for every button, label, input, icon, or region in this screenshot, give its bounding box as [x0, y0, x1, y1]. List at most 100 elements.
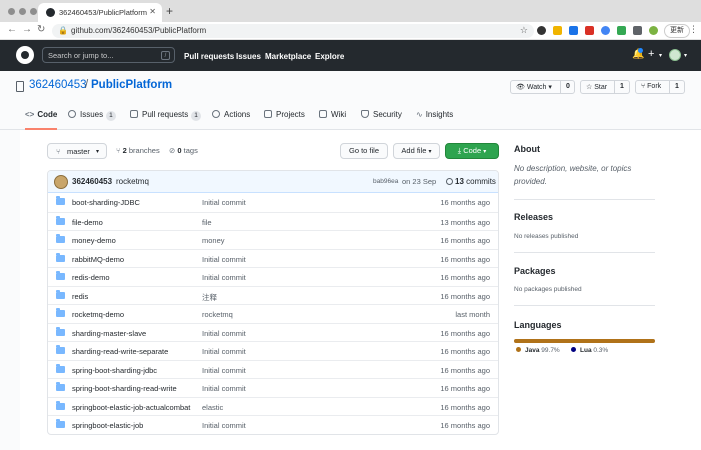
- file-row[interactable]: boot-sharding-JDBC Initial commit 16 month…: [48, 193, 498, 212]
- user-avatar[interactable]: [669, 49, 681, 61]
- file-name-link[interactable]: rabbitMQ-demo: [72, 255, 124, 264]
- back-icon[interactable]: ←: [7, 24, 17, 35]
- file-name-link[interactable]: redis-demo: [72, 273, 110, 282]
- tab-wiki[interactable]: Wiki: [319, 110, 346, 130]
- author-avatar[interactable]: [54, 175, 68, 189]
- file-commit-message[interactable]: file: [202, 218, 212, 227]
- file-name-link[interactable]: spring-boot-sharding-read-write: [72, 384, 177, 393]
- branches-link[interactable]: ⑂ 2 branches: [116, 146, 160, 155]
- repo-owner-link[interactable]: 362460453: [29, 79, 87, 91]
- extension-icon[interactable]: [617, 26, 626, 35]
- commits-link[interactable]: 13 commits: [446, 177, 496, 186]
- file-name-link[interactable]: spring-boot-sharding-jdbc: [72, 366, 157, 375]
- file-commit-message[interactable]: rocketmq: [202, 310, 233, 319]
- forward-icon[interactable]: →: [22, 24, 32, 35]
- file-commit-message[interactable]: Initial commit: [202, 347, 246, 356]
- extension-icon[interactable]: [537, 26, 546, 35]
- tab-actions[interactable]: Actions: [212, 110, 250, 130]
- file-row[interactable]: redis 注释 16 months ago: [48, 285, 498, 305]
- nav-issues[interactable]: Issues: [236, 52, 261, 61]
- file-name-link[interactable]: file-demo: [72, 218, 103, 227]
- file-commit-message[interactable]: 注释: [202, 292, 217, 303]
- star-count[interactable]: 1: [620, 83, 624, 90]
- extension-icon[interactable]: [585, 26, 594, 35]
- zoom-window-icon[interactable]: [30, 8, 37, 15]
- file-row[interactable]: springboot-elastic-job-actualcombat elast…: [48, 396, 498, 416]
- watch-button[interactable]: 👁 Watch ▾ 0: [510, 80, 575, 94]
- file-name-link[interactable]: sharding-read-write-separate: [72, 347, 168, 356]
- add-file-button[interactable]: Add file ▾: [393, 143, 440, 159]
- file-commit-message[interactable]: Initial commit: [202, 329, 246, 338]
- commit-author[interactable]: 362460453: [72, 177, 112, 186]
- file-commit-message[interactable]: Initial commit: [202, 421, 246, 430]
- file-commit-message[interactable]: Initial commit: [202, 273, 246, 282]
- packages-title[interactable]: Packages: [514, 266, 556, 276]
- kebab-menu-icon[interactable]: ⋮: [689, 24, 698, 35]
- commit-sha[interactable]: bab96ea: [373, 178, 398, 185]
- tab-code[interactable]: <> Code: [25, 110, 57, 130]
- nav-pull-requests[interactable]: Pull requests: [184, 52, 234, 61]
- file-commit-message[interactable]: Initial commit: [202, 366, 246, 375]
- reload-icon[interactable]: ↻: [37, 24, 45, 35]
- tab-insights[interactable]: ∿ Insights: [416, 110, 453, 130]
- file-name-link[interactable]: rocketmq-demo: [72, 310, 124, 319]
- tab-projects[interactable]: Projects: [264, 110, 305, 130]
- extension-icon[interactable]: [569, 26, 578, 35]
- url-text[interactable]: github.com/362460453/PublicPlatform: [71, 26, 206, 35]
- file-name-link[interactable]: boot-sharding-JDBC: [72, 198, 140, 207]
- chevron-down-icon[interactable]: ▾: [684, 52, 687, 59]
- file-name-link[interactable]: redis: [72, 292, 88, 301]
- file-row[interactable]: sharding-master-slave Initial commit 16 mo…: [48, 322, 498, 342]
- close-window-icon[interactable]: [8, 8, 15, 15]
- file-name-link[interactable]: money-demo: [72, 236, 116, 245]
- file-commit-message[interactable]: Initial commit: [202, 384, 246, 393]
- code-download-button[interactable]: ⤓ Code ▾: [445, 143, 499, 159]
- commit-message[interactable]: rocketmq: [116, 177, 149, 186]
- profile-avatar-icon[interactable]: [649, 26, 658, 35]
- tab-pull-requests[interactable]: Pull requests 1: [130, 110, 201, 130]
- search-input[interactable]: Search or jump to... /: [42, 47, 175, 63]
- file-commit-message[interactable]: money: [202, 236, 225, 245]
- file-row[interactable]: redis-demo Initial commit 16 months ago: [48, 267, 498, 286]
- new-tab-icon[interactable]: +: [166, 4, 173, 18]
- file-row[interactable]: rabbitMQ-demo Initial commit 16 months ago: [48, 248, 498, 268]
- fork-button[interactable]: ⑂ Fork 1: [635, 80, 685, 94]
- address-bar[interactable]: 🔒 github.com/362460453/PublicPlatform ☆: [52, 24, 534, 38]
- fork-count[interactable]: 1: [675, 83, 679, 90]
- tab-security[interactable]: Security: [361, 110, 402, 130]
- file-row[interactable]: spring-boot-sharding-read-write Initial c…: [48, 378, 498, 397]
- file-commit-message[interactable]: Initial commit: [202, 198, 246, 207]
- file-name-link[interactable]: springboot-elastic-job: [72, 421, 143, 430]
- nav-explore[interactable]: Explore: [315, 52, 344, 61]
- go-to-file-button[interactable]: Go to file: [340, 143, 388, 159]
- star-button[interactable]: ☆ Star 1: [580, 80, 630, 94]
- file-name-link[interactable]: sharding-master-slave: [72, 329, 146, 338]
- watch-count[interactable]: 0: [566, 83, 570, 90]
- file-row[interactable]: spring-boot-sharding-jdbc Initial commit 1…: [48, 359, 498, 379]
- releases-title[interactable]: Releases: [514, 212, 553, 222]
- file-commit-message[interactable]: elastic: [202, 403, 223, 412]
- file-row[interactable]: file-demo file 13 months ago: [48, 211, 498, 231]
- extension-icon[interactable]: [601, 26, 610, 35]
- language-item[interactable]: Lua 0.3%: [571, 347, 608, 354]
- file-row[interactable]: money-demo money 16 months ago: [48, 230, 498, 249]
- language-item[interactable]: Java 99.7%: [516, 347, 560, 354]
- file-row[interactable]: springboot-elastic-job Initial commit 16 m…: [48, 415, 498, 434]
- file-commit-message[interactable]: Initial commit: [202, 255, 246, 264]
- tab-issues[interactable]: Issues 1: [68, 110, 116, 130]
- branch-selector[interactable]: ⑂ master ▾: [47, 143, 107, 159]
- chevron-down-icon[interactable]: ▾: [659, 52, 662, 59]
- minimize-window-icon[interactable]: [19, 8, 26, 15]
- file-row[interactable]: sharding-read-write-separate Initial comm…: [48, 341, 498, 360]
- update-button[interactable]: 更新: [664, 24, 690, 38]
- github-logo-icon[interactable]: [16, 46, 34, 64]
- puzzle-icon[interactable]: [633, 26, 642, 35]
- tags-link[interactable]: ⊘ 0 tags: [169, 146, 198, 155]
- tab-close-icon[interactable]: ✕: [149, 7, 156, 16]
- file-row[interactable]: rocketmq-demo rocketmq last month: [48, 304, 498, 323]
- file-name-link[interactable]: springboot-elastic-job-actualcombat: [72, 403, 190, 412]
- bookmark-star-icon[interactable]: ☆: [520, 25, 528, 36]
- browser-tab[interactable]: 362460453/PublicPlatform ✕: [38, 3, 162, 22]
- create-new-icon[interactable]: +: [648, 48, 654, 60]
- repo-name-link[interactable]: PublicPlatform: [91, 79, 172, 91]
